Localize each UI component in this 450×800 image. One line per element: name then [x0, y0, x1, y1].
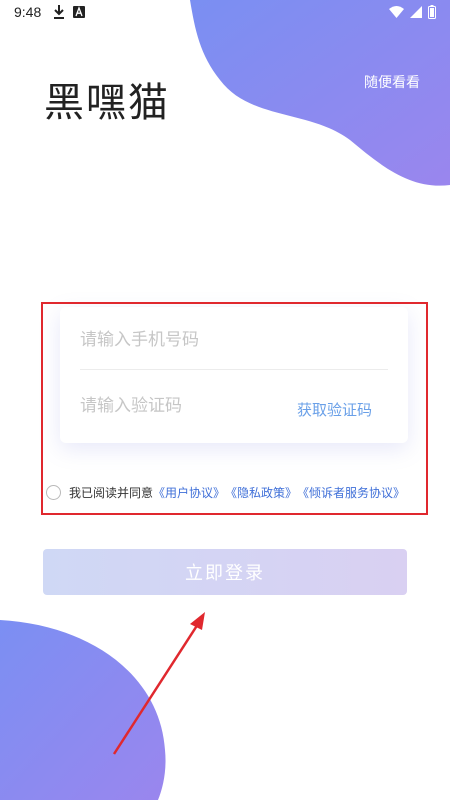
code-field-row: 获取验证码 [80, 379, 388, 435]
top-decor-blob [190, 0, 450, 186]
user-agreement-link[interactable]: 《用户协议》 [153, 484, 225, 501]
download-icon [54, 5, 64, 19]
status-bar: 9:48 [0, 0, 450, 26]
status-time: 9:48 [14, 4, 42, 20]
phone-input[interactable] [80, 325, 280, 355]
login-form-card: 获取验证码 [60, 307, 408, 443]
status-icons [389, 5, 436, 19]
app-title: 黑嘿猫 [44, 80, 170, 126]
agreement-checkbox[interactable] [46, 485, 61, 500]
annotation-arrow-icon [112, 612, 205, 755]
agreement-prefix: 我已阅读并同意 [69, 486, 154, 500]
verification-code-input[interactable] [80, 391, 280, 421]
privacy-policy-link[interactable]: 《隐私政策》 [225, 484, 297, 501]
signal-icon [410, 6, 422, 18]
agreement-row: 我已阅读并同意 《用户协议》 《隐私政策》 《倾诉者服务协议》 [46, 484, 405, 501]
browse-link[interactable]: 随便看看 [364, 72, 420, 92]
listener-service-agreement-link[interactable]: 《倾诉者服务协议》 [297, 484, 405, 501]
phone-field-row [80, 313, 388, 370]
wifi-icon [389, 6, 404, 18]
login-button[interactable]: 立即登录 [43, 549, 407, 595]
a-notification-icon [73, 6, 85, 18]
get-code-button[interactable]: 获取验证码 [297, 399, 372, 420]
battery-icon [428, 5, 436, 19]
